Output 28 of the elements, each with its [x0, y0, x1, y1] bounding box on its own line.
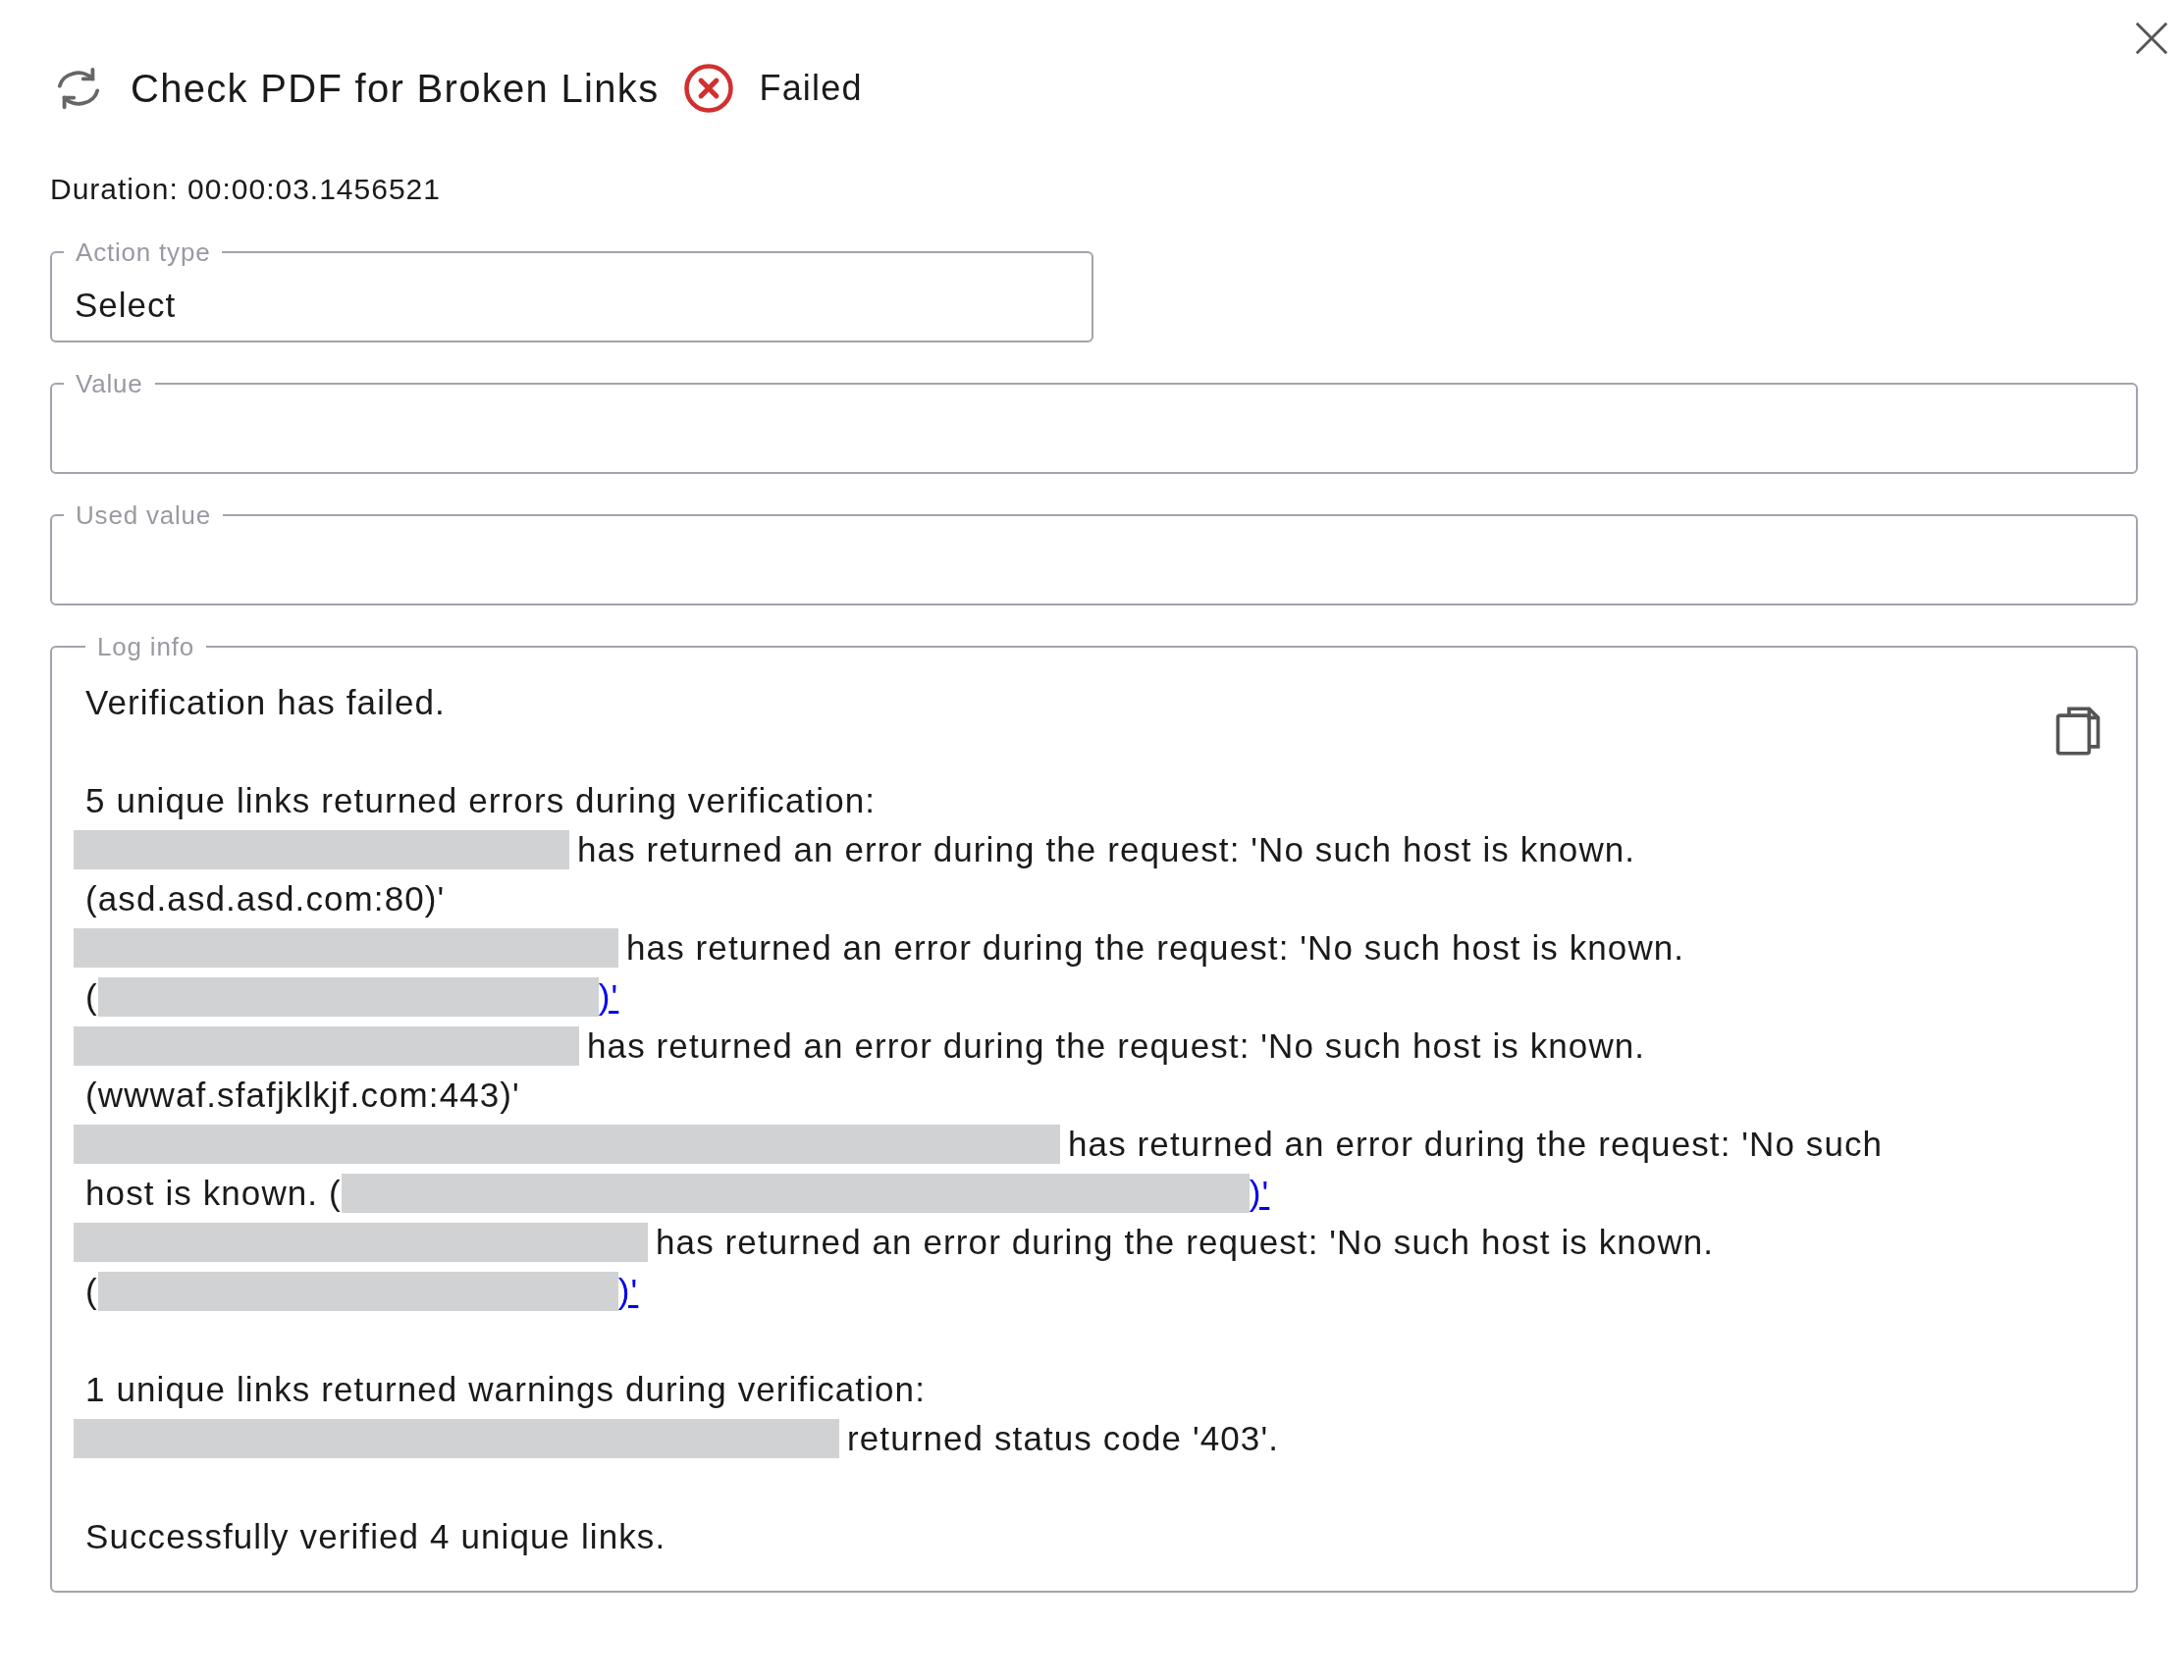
status-text: Failed	[759, 67, 863, 110]
link-text[interactable]: )'	[598, 972, 619, 1022]
field-value: Select	[75, 284, 177, 326]
log-text: 1 unique links returned warnings during verification:	[85, 1369, 926, 1410]
log-text: has returned an error during the request: 'No such host is known.	[626, 927, 1685, 969]
log-text: (	[85, 976, 98, 1018]
copy-button[interactable]	[2053, 704, 2103, 759]
log-text: Successfully verified 4 unique links.	[85, 1516, 666, 1557]
log-text: has returned an error during the request: 'No such host is known.	[577, 829, 1636, 870]
dialog-title: Check PDF for Broken Links	[131, 66, 660, 112]
field-label: Action type	[75, 236, 212, 269]
log-text: host is known. (	[85, 1173, 342, 1214]
field-label: Log info	[96, 631, 195, 663]
log-text: (asd.asd.asd.com:80)'	[85, 878, 446, 919]
log-text: has returned an error during the request: 'No such host is known.	[587, 1025, 1646, 1067]
log-text: (wwwaf.sfafjklkjf.com:443)'	[85, 1075, 520, 1116]
log-text: 5 unique links returned errors during verification:	[85, 780, 877, 821]
error-icon	[682, 62, 736, 115]
duration-text: Duration: 00:00:03.1456521	[50, 172, 442, 207]
log-text: returned status code '403'.	[847, 1418, 1279, 1459]
field-label: Used value	[75, 499, 213, 532]
link-text[interactable]: )'	[617, 1267, 639, 1316]
link-text[interactable]: )'	[1249, 1169, 1270, 1218]
log-text: (	[85, 1271, 98, 1312]
log-text: has returned an error during the request: 'No such	[1068, 1124, 1884, 1165]
field-label: Value	[75, 368, 144, 400]
log-text: has returned an error during the request: 'No such host is known.	[656, 1222, 1715, 1263]
log-text: Verification has failed.	[85, 682, 446, 723]
